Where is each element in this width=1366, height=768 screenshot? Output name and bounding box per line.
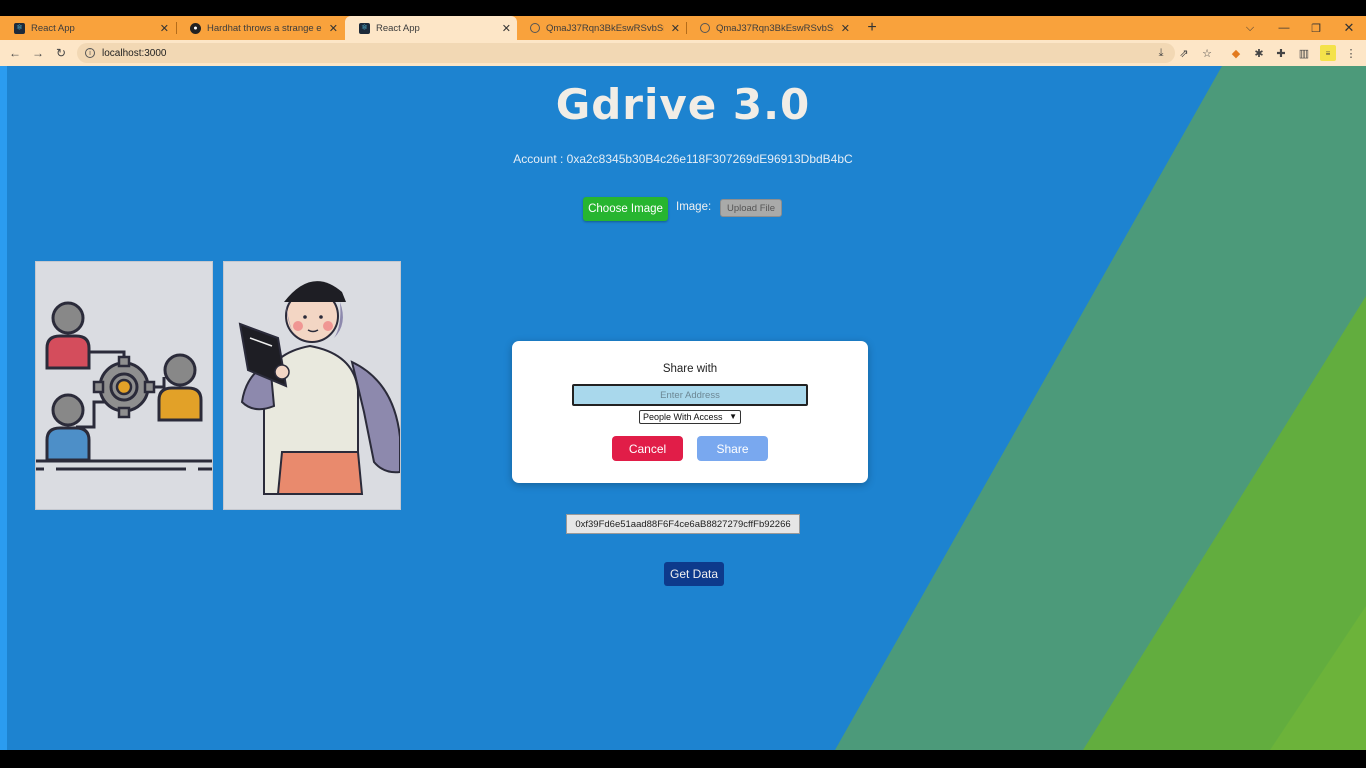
close-icon[interactable]: ✕ xyxy=(502,22,511,35)
address-field[interactable]: 0xf39Fd6e51aad88F6F4ce6aB8827279cffFb922… xyxy=(566,514,800,534)
close-icon[interactable]: ✕ xyxy=(671,22,680,35)
share-modal-title: Share with xyxy=(662,363,718,375)
browser-tab-strip: ⚛ React App ✕ ● Hardhat throws a strange… xyxy=(0,16,1366,40)
tab-react-app-active[interactable]: ⚛ React App ✕ xyxy=(345,16,517,40)
chevron-down-icon: ▼ xyxy=(729,412,737,421)
tab-title: React App xyxy=(376,22,420,34)
install-app-icon[interactable]: ⤓ xyxy=(1153,45,1169,61)
forward-arrow-icon[interactable]: → xyxy=(29,44,47,62)
access-select-value: People With Access xyxy=(643,412,723,422)
app-title: Gdrive 3.0 xyxy=(555,80,811,129)
share-modal: Share with People With Access ▼ Cancel S… xyxy=(512,341,868,483)
people-with-access-select[interactable]: People With Access ▼ xyxy=(639,410,741,424)
tab-title: QmaJ37Rqn3BkEswRSvbSndDg6t xyxy=(546,22,664,34)
bottom-black-bar xyxy=(0,750,1366,768)
extension-icon[interactable]: ✱ xyxy=(1251,45,1267,61)
girl-reading-book-illustration xyxy=(238,281,401,495)
share-page-icon[interactable]: ⇗ xyxy=(1176,45,1192,61)
address-bar[interactable]: i localhost:3000 xyxy=(77,43,1175,63)
profile-extension-icon[interactable]: ≡ xyxy=(1320,45,1336,61)
site-info-icon[interactable]: i xyxy=(85,48,95,58)
kebab-menu-icon[interactable]: ⋮ xyxy=(1343,45,1359,61)
image-card-workflow[interactable] xyxy=(35,261,213,510)
close-icon[interactable]: ✕ xyxy=(841,22,850,35)
window-close-icon[interactable]: ✕ xyxy=(1339,16,1359,40)
workflow-people-illustration xyxy=(36,301,212,471)
react-icon: ⚛ xyxy=(359,22,370,34)
globe-icon xyxy=(700,23,710,33)
app-page: Gdrive 3.0 Account : 0xa2c8345b30B4c26e1… xyxy=(0,66,1366,750)
cancel-button[interactable]: Cancel xyxy=(612,436,683,461)
tab-ipfs-file-2[interactable]: QmaJ37Rqn3BkEswRSvbSndDg6t ✕ xyxy=(686,16,856,40)
tab-title: Hardhat throws a strange error w xyxy=(207,22,322,34)
choose-image-button[interactable]: Choose Image xyxy=(583,197,668,221)
new-tab-icon[interactable]: + xyxy=(864,16,880,40)
globe-icon xyxy=(530,23,540,33)
upload-file-button[interactable]: Upload File xyxy=(720,199,782,217)
account-address: Account : 0xa2c8345b30B4c26e118F307269dE… xyxy=(513,152,853,166)
image-label: Image: xyxy=(676,201,712,213)
react-icon: ⚛ xyxy=(14,22,25,34)
tab-react-app-1[interactable]: ⚛ React App ✕ xyxy=(0,16,175,40)
tab-title: React App xyxy=(31,22,75,34)
close-icon[interactable]: ✕ xyxy=(329,22,338,35)
chevron-down-icon[interactable]: ⌵ xyxy=(1240,16,1260,40)
close-icon[interactable]: ✕ xyxy=(160,22,169,35)
share-button[interactable]: Share xyxy=(697,436,768,461)
reload-icon[interactable]: ↻ xyxy=(52,44,70,62)
get-data-button[interactable]: Get Data xyxy=(664,562,724,586)
tab-hardhat-issue[interactable]: ● Hardhat throws a strange error w ✕ xyxy=(176,16,344,40)
back-arrow-icon[interactable]: ← xyxy=(6,44,24,62)
github-icon: ● xyxy=(190,22,201,34)
left-edge-strip xyxy=(0,66,7,750)
share-address-input[interactable] xyxy=(572,384,808,406)
url-text: localhost:3000 xyxy=(102,47,167,59)
metamask-fox-icon[interactable]: ◆ xyxy=(1228,45,1244,61)
minimize-icon[interactable]: — xyxy=(1274,16,1294,40)
puzzle-extensions-icon[interactable]: ✚ xyxy=(1273,45,1289,61)
restore-icon[interactable]: ❐ xyxy=(1306,16,1326,40)
tab-ipfs-file-1[interactable]: QmaJ37Rqn3BkEswRSvbSndDg6t ✕ xyxy=(516,16,686,40)
bookmark-star-icon[interactable]: ☆ xyxy=(1199,45,1215,61)
tab-title: QmaJ37Rqn3BkEswRSvbSndDg6t xyxy=(716,22,834,34)
side-panel-icon[interactable]: ▥ xyxy=(1296,45,1312,61)
image-card-reader[interactable] xyxy=(223,261,401,510)
